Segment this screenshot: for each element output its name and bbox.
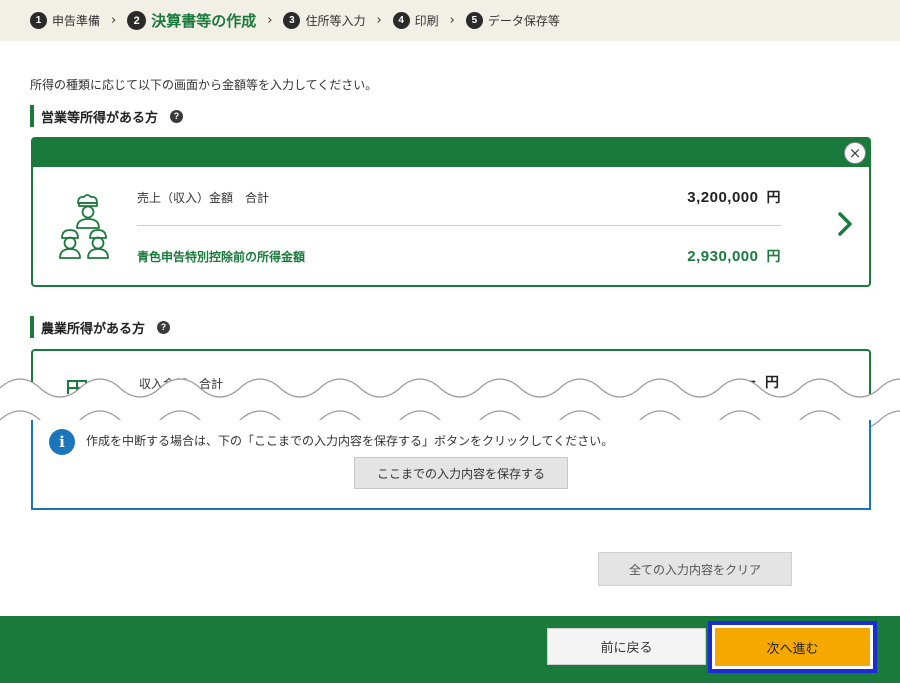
section-title: 営業等所得がある方	[41, 110, 159, 126]
business-section-heading: 営業等所得がある方 ?	[30, 105, 184, 127]
step-3: 3 住所等入力	[283, 12, 365, 29]
next-button-label: 次へ進む	[715, 628, 870, 666]
income-before-deduction-value: 2,930,000 円	[687, 246, 781, 266]
business-income-card[interactable]: × 売上（収入）金額 合計 3,200,000 円 青色申告特別控除前の所得金額	[31, 137, 871, 287]
close-icon[interactable]: ×	[844, 142, 866, 164]
info-icon: i	[49, 429, 75, 455]
unit: 円	[766, 190, 781, 206]
back-button[interactable]: 前に戻る	[547, 628, 706, 665]
next-button[interactable]: 次へ進む	[708, 621, 877, 673]
card-header-bar: ×	[33, 139, 869, 167]
step-5: 5 データ保存等	[465, 12, 560, 29]
step-2-current: 2 決算書等の作成	[127, 10, 256, 31]
help-icon[interactable]: ?	[170, 109, 184, 123]
amount: 3,200,000	[687, 189, 759, 206]
step-label: 印刷	[414, 14, 439, 28]
business-people-icon	[59, 194, 109, 259]
chevron-right-icon: ›	[376, 13, 382, 28]
step-number: 4	[392, 12, 410, 29]
chevron-right-icon: ›	[267, 13, 273, 28]
sales-total-label: 売上（収入）金額 合計	[137, 190, 270, 205]
section-title: 農業所得がある方	[41, 321, 146, 337]
step-label: 決算書等の作成	[151, 12, 257, 30]
amount: 2,930,000	[687, 248, 759, 265]
step-label: 住所等入力	[305, 14, 366, 28]
divider	[137, 225, 781, 226]
intro-text: 所得の種類に応じて以下の画面から金額等を入力してください。	[30, 78, 378, 92]
step-label: データ保存等	[487, 14, 560, 28]
step-4: 4 印刷	[392, 12, 439, 29]
step-number: 2	[127, 11, 147, 30]
unit: 円	[766, 249, 781, 265]
progress-stepper: 1 申告準備 › 2 決算書等の作成 › 3 住所等入力 › 4 印刷 › 5 …	[0, 0, 900, 41]
step-1: 1 申告準備	[30, 12, 100, 29]
income-before-deduction-label: 青色申告特別控除前の所得金額	[137, 249, 306, 264]
save-progress-info-box: i 作成を中断する場合は、下の「ここまでの入力内容を保存する」ボタンをクリックし…	[31, 420, 871, 510]
sales-total-value: 3,200,000 円	[687, 187, 781, 207]
step-label: 申告準備	[52, 14, 101, 28]
card-body[interactable]: 売上（収入）金額 合計 3,200,000 円 青色申告特別控除前の所得金額 2,…	[33, 167, 869, 285]
farm-section-heading: 農業所得がある方 ?	[30, 316, 171, 338]
clear-all-button[interactable]: 全ての入力内容をクリア	[598, 552, 792, 586]
footer-bar: 前に戻る 次へ進む	[0, 616, 900, 683]
help-icon[interactable]: ?	[157, 320, 171, 334]
step-number: 1	[30, 12, 47, 29]
chevron-right-icon: ›	[449, 13, 455, 28]
income-before-deduction-row: 青色申告特別控除前の所得金額 2,930,000 円	[137, 246, 781, 266]
save-progress-button[interactable]: ここまでの入力内容を保存する	[354, 457, 568, 489]
sales-total-row: 売上（収入）金額 合計 3,200,000 円	[137, 187, 781, 207]
chevron-right-icon: ›	[111, 13, 117, 28]
step-number: 5	[465, 12, 483, 29]
step-number: 3	[283, 12, 301, 29]
info-text: 作成を中断する場合は、下の「ここまでの入力内容を保存する」ボタンをクリックしてく…	[86, 434, 614, 448]
chevron-right-icon[interactable]	[837, 211, 853, 237]
